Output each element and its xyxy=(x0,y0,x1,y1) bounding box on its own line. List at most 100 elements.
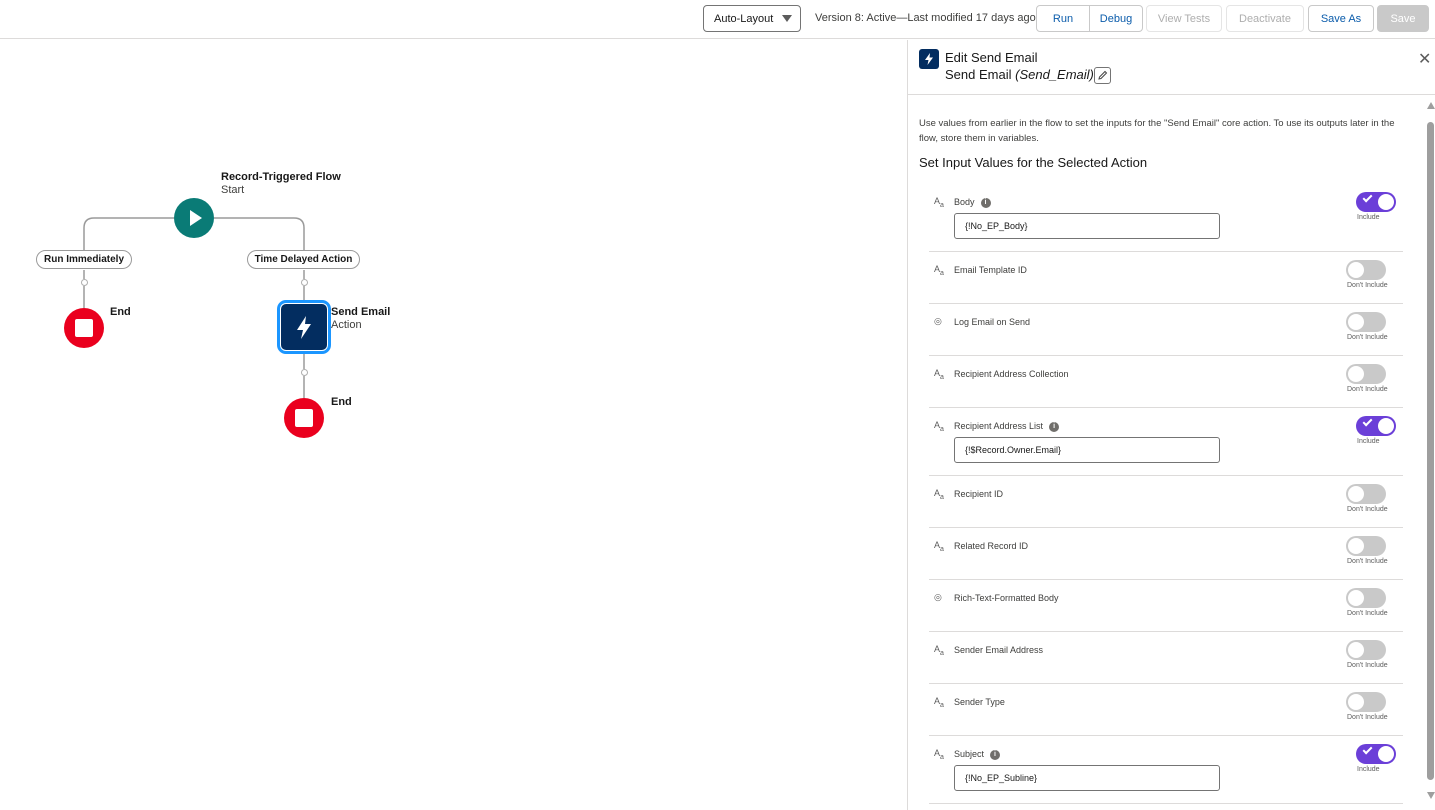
include-toggle[interactable] xyxy=(1346,260,1386,280)
text-type-icon: Aa xyxy=(934,420,944,433)
info-icon[interactable]: i xyxy=(990,749,1001,760)
scroll-down-icon[interactable] xyxy=(1427,792,1435,799)
toggle-knob xyxy=(1378,418,1394,434)
input-label-text: Sender Email Address xyxy=(954,645,1044,655)
scrollbar-thumb[interactable] xyxy=(1427,122,1434,780)
path-time-delayed-action[interactable]: Time Delayed Action xyxy=(247,250,360,269)
connector-dot xyxy=(301,369,308,376)
panel-subtitle: Send Email (Send_Email) xyxy=(945,67,1094,82)
include-toggle[interactable] xyxy=(1356,192,1396,212)
input-label: Email Template ID xyxy=(954,265,1027,275)
start-node-title: Record-Triggered Flow xyxy=(221,171,341,183)
end-node-right-label: End xyxy=(331,396,352,409)
end-node-right[interactable] xyxy=(284,398,324,438)
text-type-icon: Aa xyxy=(934,368,944,381)
toggle-state-text: Don't Include xyxy=(1347,662,1388,669)
toggle-state-text: Don't Include xyxy=(1347,610,1388,617)
input-label: Body i xyxy=(954,197,991,208)
section-title: Set Input Values for the Selected Action xyxy=(919,155,1148,170)
layout-select-value: Auto-Layout xyxy=(714,12,774,25)
end-node-left-title: End xyxy=(110,306,131,318)
action-node-subtitle: Action xyxy=(331,319,362,331)
info-icon[interactable]: i xyxy=(1049,421,1060,432)
action-node-title: Send Email xyxy=(331,306,391,318)
text-type-icon: Aa xyxy=(934,196,944,209)
toggle-knob xyxy=(1348,642,1364,658)
check-icon xyxy=(1362,192,1373,203)
panel-scrollbar[interactable] xyxy=(1426,100,1435,810)
input-label-text: Subject xyxy=(954,749,985,759)
text-type-icon: Aa xyxy=(934,748,944,761)
flow-canvas[interactable]: Record-Triggered Flow Start Run Immediat… xyxy=(0,40,907,810)
toggle-knob xyxy=(1348,538,1364,554)
include-toggle[interactable] xyxy=(1346,588,1386,608)
lightning-icon xyxy=(919,49,939,69)
toggle-knob xyxy=(1378,194,1394,210)
check-icon xyxy=(1362,744,1373,755)
toggle-state-text: Don't Include xyxy=(1347,506,1388,513)
toggle-state-text: Don't Include xyxy=(1347,386,1388,393)
input-row: Aa Subject i {!No_EP_Subline} Include xyxy=(929,736,1403,804)
input-label: Sender Type xyxy=(954,697,1005,707)
run-button[interactable]: Run xyxy=(1037,6,1089,31)
text-type-icon: Aa xyxy=(934,696,944,709)
include-toggle[interactable] xyxy=(1346,536,1386,556)
input-value-field[interactable]: {!No_EP_Body} xyxy=(954,213,1220,239)
scroll-up-icon[interactable] xyxy=(1427,102,1435,109)
start-node[interactable] xyxy=(174,198,214,238)
connector-dot xyxy=(301,279,308,286)
debug-button[interactable]: Debug xyxy=(1089,6,1142,31)
end-node-left[interactable] xyxy=(64,308,104,348)
start-node-label: Record-Triggered Flow Start xyxy=(221,171,341,197)
input-value-field[interactable]: {!No_EP_Subline} xyxy=(954,765,1220,791)
input-row: Aa Recipient ID Don't Include xyxy=(929,476,1403,528)
include-toggle[interactable] xyxy=(1346,640,1386,660)
input-row: ◎ Rich-Text-Formatted Body Don't Include xyxy=(929,580,1403,632)
play-icon xyxy=(190,210,202,226)
run-debug-group: Run Debug xyxy=(1036,5,1143,32)
text-type-icon: Aa xyxy=(934,264,944,277)
include-toggle[interactable] xyxy=(1356,416,1396,436)
include-toggle[interactable] xyxy=(1346,484,1386,504)
view-tests-button[interactable]: View Tests xyxy=(1146,5,1222,32)
input-row: ◎ Log Email on Send Don't Include xyxy=(929,304,1403,356)
include-toggle[interactable] xyxy=(1356,744,1396,764)
layout-select[interactable]: Auto-Layout xyxy=(703,5,801,32)
edit-name-button[interactable] xyxy=(1094,67,1111,84)
stop-icon xyxy=(295,409,313,427)
input-label-text: Related Record ID xyxy=(954,541,1029,551)
toggle-state-text: Don't Include xyxy=(1347,714,1388,721)
input-row: Aa Related Record ID Don't Include xyxy=(929,528,1403,580)
toggle-state-text: Don't Include xyxy=(1347,558,1388,565)
include-toggle[interactable] xyxy=(1346,312,1386,332)
text-type-icon: Aa xyxy=(934,540,944,553)
toggle-state-text: Include xyxy=(1357,438,1380,445)
input-label: Recipient Address List i xyxy=(954,421,1060,432)
text-type-icon: Aa xyxy=(934,488,944,501)
input-label: Subject i xyxy=(954,749,1001,760)
flow-connectors xyxy=(83,217,305,398)
toggle-state-text: Include xyxy=(1357,214,1380,221)
include-toggle[interactable] xyxy=(1346,364,1386,384)
boolean-icon: ◎ xyxy=(934,592,942,602)
input-label: Recipient ID xyxy=(954,489,1003,499)
panel-header: Edit Send Email Send Email (Send_Email) … xyxy=(908,40,1435,95)
save-as-button[interactable]: Save As xyxy=(1308,5,1374,32)
deactivate-button[interactable]: Deactivate xyxy=(1226,5,1304,32)
toggle-knob xyxy=(1348,694,1364,710)
save-button[interactable]: Save xyxy=(1377,5,1429,32)
panel-description: Use values from earlier in the flow to s… xyxy=(919,118,1395,144)
version-status: Version 8: Active—Last modified 17 days … xyxy=(815,12,1036,24)
toolbar: Auto-Layout Version 8: Active—Last modif… xyxy=(0,0,1435,39)
info-icon[interactable]: i xyxy=(980,197,991,208)
edit-action-panel: Edit Send Email Send Email (Send_Email) … xyxy=(907,40,1435,810)
path-run-immediately[interactable]: Run Immediately xyxy=(36,250,132,269)
input-label-text: Body xyxy=(954,197,975,207)
input-label: Log Email on Send xyxy=(954,317,1030,327)
include-toggle[interactable] xyxy=(1346,692,1386,712)
close-icon[interactable]: ✕ xyxy=(1418,49,1431,69)
input-label-text: Recipient ID xyxy=(954,489,1004,499)
input-value-field[interactable]: {!$Record.Owner.Email} xyxy=(954,437,1220,463)
text-type-icon: Aa xyxy=(934,644,944,657)
send-email-action-node[interactable] xyxy=(277,300,331,354)
